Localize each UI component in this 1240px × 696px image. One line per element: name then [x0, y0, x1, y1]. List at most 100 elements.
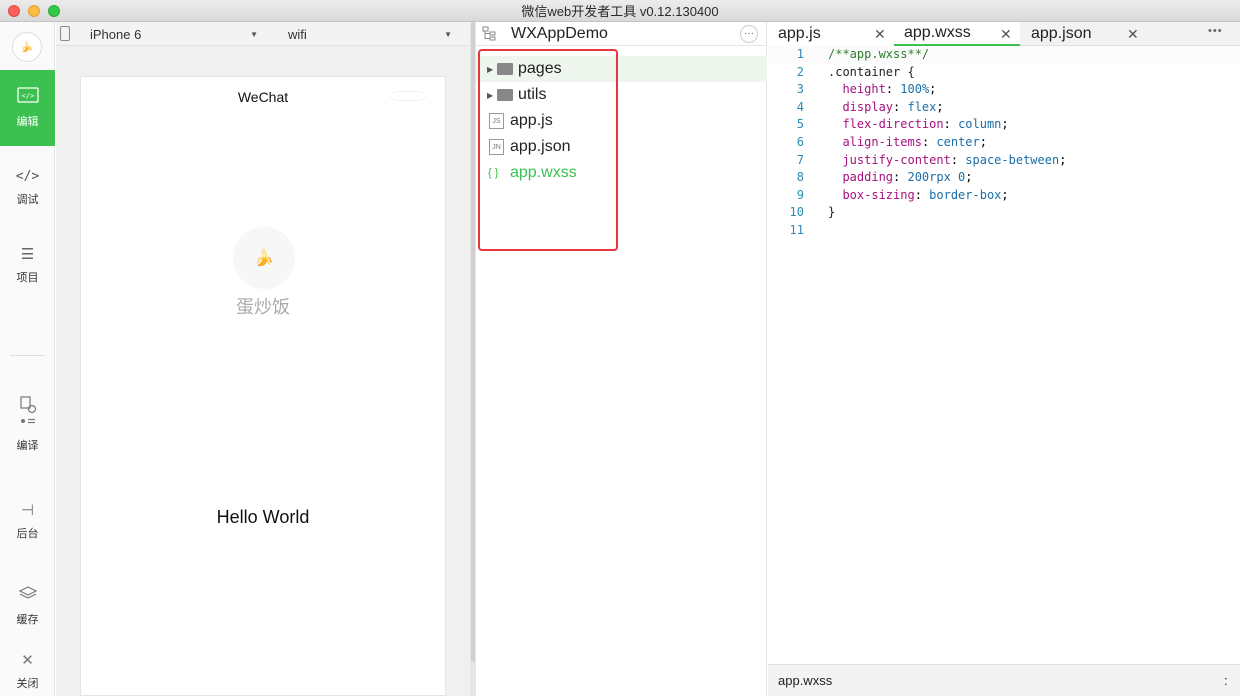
hello-text: Hello World [216, 507, 310, 527]
line-number: 11 [789, 222, 804, 237]
phone-icon [60, 26, 70, 41]
code-line[interactable]: 3 height: 100%; [768, 81, 1240, 99]
code-text: flex-direction: column; [842, 117, 1009, 132]
splitter-handle[interactable] [471, 22, 475, 662]
code-text: justify-content: space-between; [842, 152, 1067, 167]
code-line[interactable]: 10} [768, 204, 1240, 222]
banana-icon: 🍌 [254, 250, 274, 267]
close-tab-icon[interactable]: ✕ [874, 26, 886, 43]
editor-tab-bar: app.js ✕ app.wxss ✕ app.json ✕ ••• [768, 22, 1240, 46]
code-screen-icon: </> [16, 87, 39, 107]
code-line[interactable]: 11 [768, 222, 1240, 240]
code-line[interactable]: 5 flex-direction: column; [768, 116, 1240, 134]
tree-structure-icon[interactable] [482, 26, 496, 42]
tab-label: app.json [1031, 25, 1092, 42]
close-icon: ✕ [21, 652, 34, 669]
editor-status-bar: app.wxss : [768, 664, 1240, 696]
sidebar-item-project[interactable]: ☰ 项目 [0, 228, 55, 304]
line-number: 6 [796, 134, 804, 149]
line-number: 2 [796, 64, 804, 79]
minimize-window-button[interactable] [28, 5, 40, 17]
sidebar-item-label: 编辑 [16, 116, 39, 128]
line-number: 4 [796, 99, 804, 114]
sidebar-item-edit[interactable]: </> 编辑 [0, 70, 55, 146]
phone-screen: WeChat 🍌 蛋炒饭 Hello World [80, 76, 446, 696]
device-select-value: iPhone 6 [90, 26, 142, 42]
code-text: align-items: center; [842, 134, 987, 149]
sidebar-divider [10, 355, 45, 356]
status-file-name: app.wxss [778, 673, 833, 688]
window-title: 微信web开发者工具 v0.12.130400 [521, 4, 719, 19]
line-number: 10 [789, 205, 804, 220]
code-text: display: flex; [842, 99, 944, 114]
network-select-value: wifi [288, 26, 307, 42]
svg-text:</>: </> [21, 92, 34, 100]
sidebar-item-compile[interactable]: 编译 [0, 382, 55, 466]
chevron-down-icon: ▼ [444, 29, 452, 39]
device-select[interactable]: iPhone 6 ▼ [90, 22, 258, 46]
maximize-window-button[interactable] [48, 5, 60, 17]
tab-label: app.js [778, 25, 821, 42]
banana-icon: 🍌 [20, 41, 34, 53]
code-line[interactable]: 9 box-sizing: border-box; [768, 187, 1240, 205]
chevron-down-icon: ▼ [250, 29, 258, 39]
sidebar-item-label: 后台 [16, 528, 39, 540]
tab-app-js[interactable]: app.js ✕ [768, 22, 894, 46]
code-line[interactable]: 7 justify-content: space-between; [768, 152, 1240, 170]
sidebar-item-label: 缓存 [16, 614, 39, 626]
app-logo[interactable]: 🍌 [12, 32, 42, 62]
sidebar-item-label: 编译 [16, 440, 39, 452]
tab-label: app.wxss [904, 24, 971, 41]
code-text: box-sizing: border-box; [842, 187, 1009, 202]
project-name: WXAppDemo [511, 24, 608, 42]
nav-title: WeChat [237, 89, 289, 105]
file-tree-panel: WXAppDemo ··· ▶ pages ▶ utils JS app.js … [476, 22, 767, 696]
close-tab-icon[interactable]: ✕ [1127, 26, 1139, 43]
code-line[interactable]: 8 padding: 200rpx 0; [768, 169, 1240, 187]
window-controls [8, 5, 60, 17]
highlight-box [478, 49, 618, 251]
code-text: padding: 200rpx 0; [842, 170, 973, 185]
more-tabs-icon[interactable]: ••• [1208, 25, 1223, 37]
sidebar-item-label: 调试 [16, 194, 39, 206]
close-tab-icon[interactable]: ✕ [1000, 26, 1012, 43]
compile-icon [18, 395, 38, 431]
sidebar-item-label: 项目 [16, 272, 39, 284]
file-tree-header: WXAppDemo ··· [476, 22, 766, 46]
network-select[interactable]: wifi ▼ [288, 22, 452, 46]
code-line[interactable]: 1 /**app.wxss**/ [768, 46, 1240, 64]
line-number: 5 [796, 117, 804, 132]
close-window-button[interactable] [8, 5, 20, 17]
background-icon: ⊣ [20, 502, 35, 519]
code-area[interactable]: 1 /**app.wxss**/ 2 .container { 3 height: 10… [768, 46, 1240, 240]
tab-app-json[interactable]: app.json ✕ [1021, 22, 1147, 46]
user-nickname: 蛋炒饭 [236, 297, 290, 317]
sidebar-item-debug[interactable]: </> 调试 [0, 150, 55, 226]
sidebar-item-cache[interactable]: 缓存 [0, 568, 55, 644]
line-number: 8 [796, 170, 804, 185]
hamburger-menu-icon: ☰ [20, 246, 35, 263]
phone-nav-bar: WeChat [81, 77, 445, 117]
more-dots-icon: ··· [744, 28, 754, 39]
code-line[interactable]: 6 align-items: center; [768, 134, 1240, 152]
sidebar-item-background[interactable]: ⊣ 后台 [0, 484, 55, 560]
sidebar-item-label: 关闭 [16, 678, 39, 690]
code-editor-panel: app.js ✕ app.wxss ✕ app.json ✕ ••• 1 /**a… [768, 22, 1240, 696]
code-text: height: 100%; [842, 82, 937, 97]
code-line[interactable]: 2 .container { [768, 64, 1240, 82]
line-number: 7 [796, 152, 804, 167]
tab-app-wxss[interactable]: app.wxss ✕ [894, 22, 1020, 46]
layers-icon [18, 585, 38, 605]
line-number: 1 [796, 47, 804, 61]
simulator-toolbar: iPhone 6 ▼ wifi ▼ [56, 22, 470, 46]
angle-brackets-icon: </> [15, 169, 40, 184]
code-text: .container { [828, 64, 915, 79]
sidebar-item-close[interactable]: ✕ 关闭 [0, 648, 55, 696]
title-bar: 微信web开发者工具 v0.12.130400 [0, 0, 1240, 22]
avatar[interactable]: 🍌 [233, 227, 295, 289]
code-line[interactable]: 4 display: flex; [768, 99, 1240, 117]
code-text: /**app.wxss**/ [828, 47, 930, 61]
nav-menu-capsule[interactable] [391, 91, 425, 101]
more-options-button[interactable]: ··· [740, 25, 758, 43]
line-number: 9 [796, 187, 804, 202]
